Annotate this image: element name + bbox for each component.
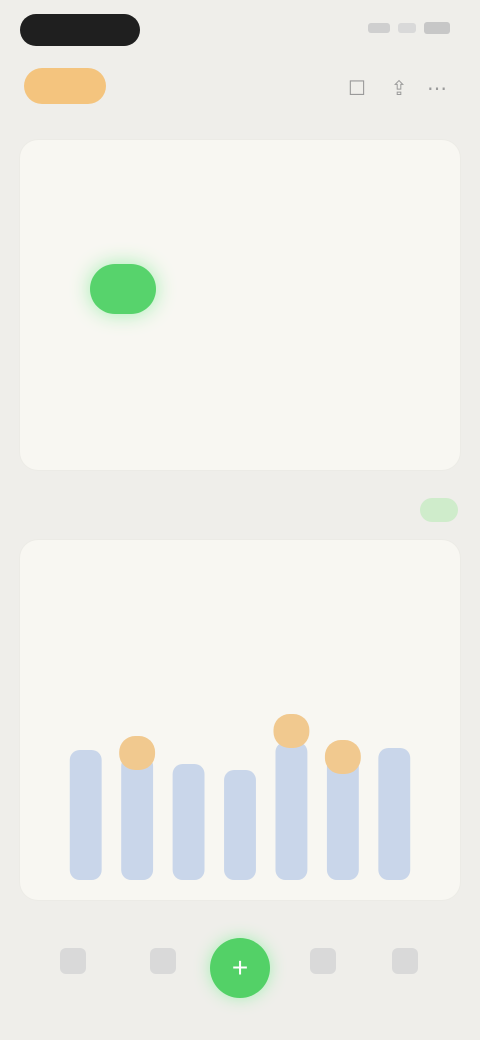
chart-bar	[275, 742, 308, 880]
bar-chart	[69, 714, 411, 880]
add-button[interactable]: +	[210, 938, 270, 998]
chart-bar	[69, 750, 102, 880]
share-icon[interactable]: ⇪	[386, 76, 412, 102]
nav-icon	[310, 948, 336, 974]
page-title	[170, 74, 310, 104]
chart-bar	[172, 764, 205, 880]
wifi-icon	[398, 23, 416, 33]
section-badge[interactable]	[420, 498, 458, 522]
nav-item-2[interactable]	[130, 940, 196, 1010]
stat-1	[40, 554, 210, 610]
nav-icon	[150, 948, 176, 974]
nav-icon	[392, 948, 418, 974]
chart-bar	[378, 748, 411, 880]
stat-label	[40, 554, 210, 574]
signal-icon	[368, 23, 390, 33]
stat-value	[242, 588, 412, 610]
status-icons	[368, 22, 450, 34]
section-title	[22, 500, 222, 524]
chart-bar	[326, 756, 359, 880]
level-label-high	[42, 224, 92, 244]
level-label-mid	[42, 310, 92, 330]
top-card	[20, 140, 460, 470]
chart-highlight	[119, 736, 156, 770]
more-icon[interactable]: ⋯	[424, 76, 450, 102]
chart-bar	[224, 770, 256, 880]
nav-icon	[60, 948, 86, 974]
chart-bar	[121, 756, 154, 880]
header: ☐ ⇪ ⋯	[0, 60, 480, 130]
battery-icon	[424, 22, 450, 34]
bookmark-icon[interactable]: ☐	[344, 76, 370, 102]
plan-chip[interactable]	[24, 68, 106, 104]
bottom-nav: +	[0, 930, 480, 1040]
status-indicator	[90, 264, 156, 314]
status-pill	[20, 14, 140, 46]
chart-highlight	[324, 740, 361, 774]
nav-item-3[interactable]	[290, 940, 356, 1010]
chart-highlight	[273, 714, 310, 748]
stat-2	[242, 554, 412, 610]
level-label-low	[42, 398, 92, 418]
nav-item-1[interactable]	[40, 940, 106, 1010]
status-bar	[0, 0, 480, 60]
top-card-title	[150, 162, 330, 188]
stat-value	[40, 588, 210, 610]
stat-label	[242, 554, 412, 574]
stats-card	[20, 540, 460, 900]
nav-item-4[interactable]	[372, 940, 438, 1010]
section-header	[0, 490, 480, 534]
